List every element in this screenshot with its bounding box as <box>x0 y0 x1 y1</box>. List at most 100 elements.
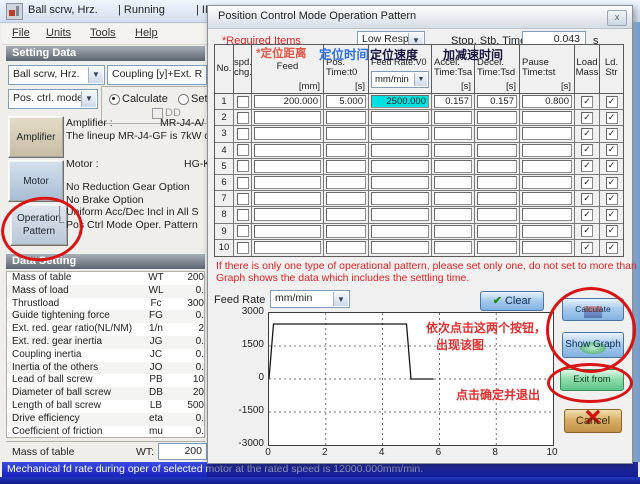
pos-time-input[interactable] <box>326 192 366 205</box>
spd-chg-checkbox[interactable] <box>237 177 249 189</box>
calculate-pattern-button[interactable]: Calculate pattern <box>562 298 624 321</box>
close-icon[interactable]: x <box>607 10 627 26</box>
data-setting-row[interactable]: Ext. red. gear ratio(NL/NM)1/n2 <box>7 323 204 336</box>
decel-time-input[interactable] <box>477 176 517 189</box>
decel-time-input[interactable] <box>477 144 517 157</box>
pause-time-input[interactable] <box>522 241 572 254</box>
decel-time-input[interactable] <box>477 241 517 254</box>
pos-time-input[interactable] <box>326 144 366 157</box>
ld-str-checkbox[interactable]: ✓ <box>606 160 618 172</box>
control-mode-select[interactable]: Pos. ctrl. mode▼ <box>8 89 98 109</box>
show-graph-button[interactable]: Show Graph <box>562 332 624 358</box>
feed-input[interactable]: 200.000 <box>254 95 321 108</box>
load-mass-checkbox[interactable]: ✓ <box>581 242 593 254</box>
chevron-down-icon[interactable]: ▼ <box>81 91 96 107</box>
chevron-down-icon[interactable]: ▼ <box>88 67 103 83</box>
motor-button[interactable]: Motor <box>8 160 64 202</box>
feed-rate-input[interactable] <box>371 160 429 173</box>
pause-time-input[interactable] <box>522 225 572 238</box>
spd-chg-checkbox[interactable] <box>237 112 249 124</box>
pause-time-input[interactable] <box>522 160 572 173</box>
feed-rate-input[interactable] <box>371 208 429 221</box>
data-setting-row[interactable]: Guide tightening forceFG0. <box>7 310 204 323</box>
graph-unit-select[interactable]: mm/min▼ <box>270 290 350 308</box>
accel-time-input[interactable] <box>434 160 472 173</box>
feed-input[interactable] <box>254 176 321 189</box>
accel-time-input[interactable] <box>434 144 472 157</box>
feed-input[interactable] <box>254 127 321 140</box>
spd-chg-checkbox[interactable] <box>237 128 249 140</box>
data-setting-row[interactable]: Mass of loadWL0. <box>7 285 204 298</box>
spd-chg-checkbox[interactable] <box>237 225 249 237</box>
feed-input[interactable] <box>254 111 321 124</box>
pos-time-input[interactable]: 5.000 <box>326 95 366 108</box>
data-setting-row[interactable]: Coefficient of frictionmu0. <box>7 426 204 438</box>
footer-param-input[interactable]: 200 <box>158 443 207 460</box>
feed-rate-input[interactable] <box>371 176 429 189</box>
accel-time-input[interactable] <box>434 127 472 140</box>
feed-input[interactable] <box>254 208 321 221</box>
feed-input[interactable] <box>254 241 321 254</box>
decel-time-input[interactable] <box>477 127 517 140</box>
ld-str-checkbox[interactable]: ✓ <box>606 242 618 254</box>
chevron-down-icon[interactable]: ▼ <box>414 73 427 86</box>
load-mass-checkbox[interactable]: ✓ <box>581 177 593 189</box>
ld-str-checkbox[interactable]: ✓ <box>606 144 618 156</box>
data-setting-row[interactable]: Ext. red. gear inertiaJG0. <box>7 336 204 349</box>
menu-units[interactable]: Units <box>46 27 71 39</box>
feed-input[interactable] <box>254 160 321 173</box>
spd-chg-checkbox[interactable] <box>237 242 249 254</box>
pos-time-input[interactable] <box>326 241 366 254</box>
pause-time-input[interactable] <box>522 176 572 189</box>
chevron-down-icon[interactable]: ▼ <box>333 292 348 306</box>
load-mass-checkbox[interactable]: ✓ <box>581 96 593 108</box>
ld-str-checkbox[interactable]: ✓ <box>606 177 618 189</box>
ld-str-checkbox[interactable]: ✓ <box>606 96 618 108</box>
accel-time-input[interactable] <box>434 241 472 254</box>
pause-time-input[interactable] <box>522 192 572 205</box>
accel-time-input[interactable] <box>434 176 472 189</box>
ld-str-checkbox[interactable]: ✓ <box>606 128 618 140</box>
accel-time-input[interactable] <box>434 192 472 205</box>
feed-rate-input[interactable] <box>371 111 429 124</box>
pos-time-input[interactable] <box>326 160 366 173</box>
decel-time-input[interactable] <box>477 192 517 205</box>
feed-rate-input[interactable] <box>371 192 429 205</box>
pos-time-input[interactable] <box>326 127 366 140</box>
spd-chg-checkbox[interactable] <box>237 96 249 108</box>
load-mass-checkbox[interactable]: ✓ <box>581 209 593 221</box>
decel-time-input[interactable] <box>477 111 517 124</box>
menu-help[interactable]: Help <box>135 27 158 39</box>
data-setting-row[interactable]: ThrustloadFc300 <box>7 298 204 311</box>
accel-time-input[interactable] <box>434 208 472 221</box>
decel-time-input[interactable]: 0.157 <box>477 95 517 108</box>
calculate-radio[interactable] <box>109 94 120 105</box>
feed-rate-input[interactable] <box>371 225 429 238</box>
spd-chg-checkbox[interactable] <box>237 160 249 172</box>
feed-rate-input[interactable]: 2500.000 <box>371 95 429 108</box>
pos-time-input[interactable] <box>326 225 366 238</box>
load-mass-checkbox[interactable]: ✓ <box>581 144 593 156</box>
pos-time-input[interactable] <box>326 176 366 189</box>
feed-input[interactable] <box>254 192 321 205</box>
clear-button[interactable]: ✔ Clear <box>480 291 544 311</box>
ld-str-checkbox[interactable]: ✓ <box>606 209 618 221</box>
load-mass-checkbox[interactable]: ✓ <box>581 193 593 205</box>
feed-input[interactable] <box>254 144 321 157</box>
feed-rate-unit-select[interactable]: mm/min▼ <box>371 71 429 88</box>
menu-tools[interactable]: Tools <box>90 27 116 39</box>
data-setting-row[interactable]: Inertia of the othersJO0. <box>7 362 204 375</box>
data-setting-row[interactable]: Diameter of ball screwDB20 <box>7 387 204 400</box>
set-radio[interactable] <box>178 94 189 105</box>
amplifier-button[interactable]: Amplifier <box>8 116 64 158</box>
accel-time-input[interactable] <box>434 225 472 238</box>
pos-time-input[interactable] <box>326 208 366 221</box>
spd-chg-checkbox[interactable] <box>237 144 249 156</box>
data-setting-row[interactable]: Coupling inertiaJC0. <box>7 349 204 362</box>
pause-time-input[interactable] <box>522 208 572 221</box>
menu-file[interactable]: File <box>12 27 30 39</box>
spd-chg-checkbox[interactable] <box>237 193 249 205</box>
feed-rate-input[interactable] <box>371 144 429 157</box>
load-mass-checkbox[interactable]: ✓ <box>581 225 593 237</box>
spd-chg-checkbox[interactable] <box>237 209 249 221</box>
